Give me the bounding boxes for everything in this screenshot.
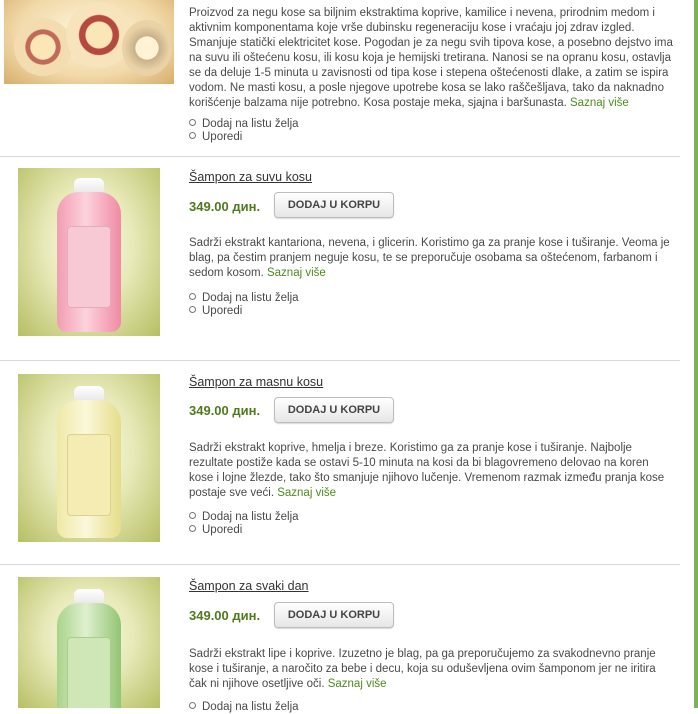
product-actions: Dodaj na listu želja Uporedi	[189, 292, 299, 318]
product-price: 349.00 дин.	[189, 403, 261, 418]
product-title-link[interactable]: Šampon za svaki dan	[189, 579, 309, 593]
product-price: 349.00 дин.	[189, 608, 261, 623]
read-more-link[interactable]: Saznaj više	[328, 678, 387, 690]
product-item: Šampon za suvu kosu 349.00 дин. DODAJ U …	[0, 157, 680, 360]
read-more-link[interactable]: Saznaj više	[267, 267, 326, 279]
add-to-wishlist-link[interactable]: Dodaj na listu želja	[189, 292, 299, 305]
read-more-link[interactable]: Saznaj više	[277, 487, 336, 499]
product-title-link[interactable]: Šampon za masnu kosu	[189, 375, 323, 389]
bullet-icon	[189, 132, 196, 139]
add-to-cart-button[interactable]: DODAJ U KORPU	[274, 397, 394, 423]
product-image-shampoo-dry-hair[interactable]	[18, 168, 160, 336]
compare-link[interactable]: Uporedi	[189, 305, 299, 318]
add-to-wishlist-link[interactable]: Dodaj na listu želja	[189, 118, 299, 131]
product-image-shampoo-every-day[interactable]	[18, 577, 160, 708]
product-image-shampoo-oily-hair[interactable]	[18, 374, 160, 542]
product-description: Proizvod za negu kose sa biljnim ekstrak…	[189, 7, 673, 109]
product-description: Sadrži ekstrakt koprive, hmelja i breze.…	[189, 442, 665, 499]
compare-link[interactable]: Uporedi	[189, 131, 299, 144]
compare-link[interactable]: Uporedi	[189, 524, 299, 537]
product-image-hair-mask-jars[interactable]	[4, 0, 174, 84]
right-border	[694, 0, 698, 708]
product-item: Šampon za masnu kosu 349.00 дин. DODAJ U…	[0, 361, 680, 564]
bullet-icon	[189, 306, 196, 313]
product-item-top: Proizvod za negu kose sa biljnim ekstrak…	[0, 0, 680, 156]
read-more-link[interactable]: Saznaj više	[570, 97, 629, 109]
product-description: Sadrži ekstrakt kantariona, nevena, i gl…	[189, 237, 670, 279]
product-title-link[interactable]: Šampon za suvu kosu	[189, 170, 312, 184]
product-description: Sadrži ekstrakt lipe i koprive. Izuzetno…	[189, 648, 656, 690]
add-to-wishlist-link[interactable]: Dodaj na listu želja	[189, 511, 299, 524]
bullet-icon	[189, 119, 196, 126]
product-actions: Dodaj na listu želja Uporedi	[189, 511, 299, 537]
add-to-cart-button[interactable]: DODAJ U KORPU	[274, 192, 394, 218]
bullet-icon	[189, 293, 196, 300]
product-item: Šampon za svaki dan 349.00 дин. DODAJ U …	[0, 565, 680, 713]
bullet-icon	[189, 512, 196, 519]
bullet-icon	[189, 525, 196, 532]
product-actions: Dodaj na listu želja Uporedi	[189, 118, 299, 144]
product-price: 349.00 дин.	[189, 199, 261, 214]
add-to-cart-button[interactable]: DODAJ U KORPU	[274, 602, 394, 628]
